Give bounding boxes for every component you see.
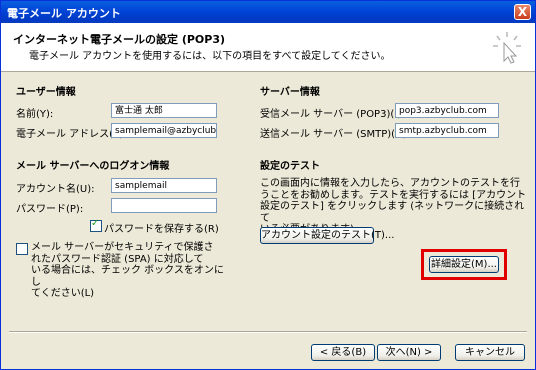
save-password-label[interactable]: パスワードを保存する(R)	[104, 220, 219, 235]
test-desc-line: 設定のテスト] をクリックします (ネットワークに接続されて	[260, 201, 525, 224]
spa-line: れたパスワード認証 (SPA) に対応して	[31, 253, 204, 265]
incoming-server-field[interactable]: pop3.azbyclub.com	[395, 103, 499, 118]
close-icon[interactable]: X	[514, 4, 531, 20]
spa-label[interactable]: メール サーバーがセキュリティで保護さ れたパスワード認証 (SPA) に対応し…	[31, 242, 231, 300]
logon-heading: メール サーバーへのログオン情報	[16, 161, 170, 172]
test-desc-line: この画面内に情報を入力したら、アカウントのテストを行	[260, 178, 520, 189]
spa-line: メール サーバーがセキュリティで保護さ	[31, 242, 214, 253]
back-button[interactable]: < 戻る(B)	[311, 344, 375, 361]
spa-line: いる場合には、チェック ボックスをオンにし	[31, 265, 224, 288]
title-bar[interactable]: 電子メール アカウント X	[1, 1, 535, 23]
cancel-button[interactable]: キャンセル	[455, 344, 525, 361]
account-name-label: アカウント名(U):	[16, 184, 95, 195]
user-info-heading: ユーザー情報	[16, 87, 76, 98]
account-dialog: 電子メール アカウント X インターネット電子メールの設定 (POP3) 電子メ…	[0, 0, 536, 370]
test-account-button[interactable]: アカウント設定のテスト(T)...	[260, 227, 394, 244]
spa-line: てください(L)	[31, 288, 95, 299]
window-title: 電子メール アカウント	[7, 7, 121, 20]
account-name-field[interactable]: samplemail	[111, 178, 217, 193]
test-heading: 設定のテスト	[260, 161, 320, 172]
test-desc-line: うことをお勧めします。テストを実行するには [アカウント	[260, 189, 527, 201]
server-info-heading: サーバー情報	[260, 87, 320, 98]
email-field[interactable]: samplemail@azbyclub.cor	[111, 123, 217, 138]
settings-content: ユーザー情報 名前(Y): 富士通 太郎 電子メール アドレス(E): samp…	[1, 72, 535, 327]
password-label: パスワード(P):	[16, 204, 84, 215]
advanced-settings-button[interactable]: 詳細設定(M)...	[429, 256, 499, 273]
outgoing-server-label: 送信メール サーバー (SMTP)(O):	[260, 129, 411, 140]
cursor-sparkle-icon	[493, 32, 521, 64]
page-title: インターネット電子メールの設定 (POP3)	[13, 33, 226, 46]
next-button[interactable]: 次へ(N) >	[377, 344, 441, 361]
name-field[interactable]: 富士通 太郎	[111, 103, 217, 118]
password-field[interactable]	[111, 198, 217, 213]
footer-divider	[9, 331, 527, 333]
page-subtitle: 電子メール アカウントを使用するには、以下の項目をすべて設定してください。	[29, 51, 391, 62]
incoming-server-label: 受信メール サーバー (POP3)(I):	[260, 109, 405, 120]
save-password-checkbox[interactable]	[90, 218, 102, 232]
spa-checkbox[interactable]	[16, 243, 28, 255]
name-label: 名前(Y):	[16, 109, 54, 120]
wizard-header: インターネット電子メールの設定 (POP3) 電子メール アカウントを使用するに…	[1, 23, 535, 72]
outgoing-server-field[interactable]: smtp.azbyclub.com	[395, 123, 499, 138]
